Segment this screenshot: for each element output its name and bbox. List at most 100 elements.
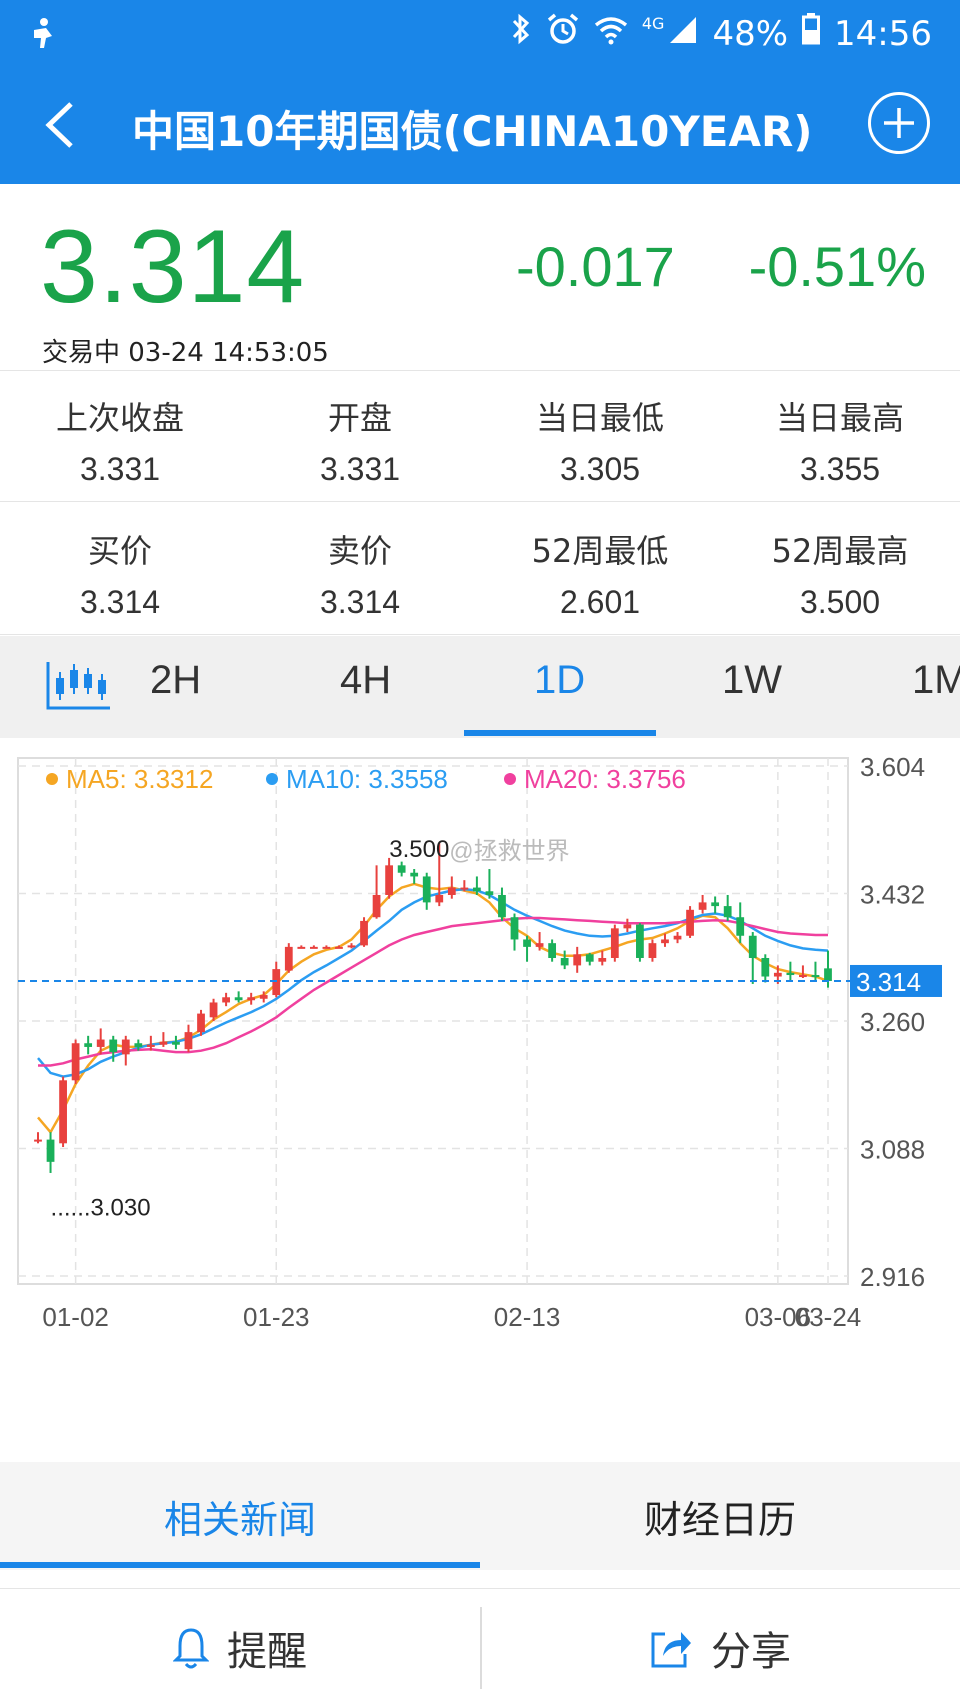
stat-label: 开盘 xyxy=(327,399,392,437)
tab-1w[interactable]: 1W xyxy=(722,658,782,703)
candle xyxy=(222,997,230,1003)
stat-day-low: 当日最低 3.305 xyxy=(480,371,720,501)
news-tabs: 相关新闻 财经日历 xyxy=(0,1462,960,1570)
y-tick-label: 3.604 xyxy=(860,752,925,782)
wifi-icon xyxy=(594,14,628,54)
legend-dot xyxy=(504,773,516,785)
candle xyxy=(573,954,582,966)
stat-label: 买价 xyxy=(87,532,152,570)
y-tick-label: 3.260 xyxy=(860,1007,925,1037)
stat-value: 3.355 xyxy=(799,451,881,487)
alert-button[interactable]: 提醒 xyxy=(0,1589,480,1707)
min-price-label: ......3.030 xyxy=(51,1194,151,1221)
battery-icon xyxy=(802,13,821,54)
trade-status: 交易中 03-24 14:53:05 xyxy=(42,338,329,368)
stat-label: 卖价 xyxy=(327,532,392,570)
candlestick-icon xyxy=(46,662,110,710)
price-change-percent: -0.51% xyxy=(748,235,926,298)
news-tab-indicator xyxy=(0,1562,480,1568)
bottom-action-bar: 提醒 分享 xyxy=(0,1588,960,1707)
timeframe-tabs: 2H 4H 1D 1W 1M xyxy=(0,636,960,738)
candle xyxy=(686,909,694,936)
candle xyxy=(498,894,506,918)
share-icon xyxy=(651,1632,691,1668)
candle xyxy=(460,887,469,890)
candle xyxy=(510,917,519,940)
clock: 14:56 xyxy=(834,13,932,54)
candle xyxy=(335,946,343,949)
candle xyxy=(799,975,807,978)
back-button[interactable] xyxy=(26,90,96,160)
current-price-label: 3.314 xyxy=(856,967,921,997)
candlestick-chart: 3.604 3.432 3.260 3.088 2.916 01-02 01-23 02-13… xyxy=(17,752,942,1332)
legend-dot xyxy=(46,773,58,785)
price-chart[interactable]: 3.604 3.432 3.260 3.088 2.916 01-02 01-23 02-13… xyxy=(0,738,960,1458)
candle xyxy=(736,917,745,936)
tab-4h[interactable]: 4H xyxy=(340,658,391,703)
candle xyxy=(159,1041,168,1045)
x-tick-label: 03-24 xyxy=(795,1302,862,1332)
share-label: 分享 xyxy=(711,1629,791,1675)
candle xyxy=(96,1039,105,1047)
candle xyxy=(585,954,594,962)
candle xyxy=(84,1043,93,1047)
candle xyxy=(209,1002,218,1018)
stat-52w-high: 52周最高 3.500 xyxy=(720,504,960,634)
share-button[interactable]: 分享 xyxy=(480,1589,960,1707)
tab-2h[interactable]: 2H xyxy=(150,658,201,703)
candle xyxy=(698,902,707,910)
stats-row-1: 上次收盘 3.331 开盘 3.331 当日最低 3.305 当日最高 3.355 xyxy=(0,371,960,502)
stat-value: 3.331 xyxy=(319,451,401,487)
watermark: @拯救世界 xyxy=(449,838,569,865)
chevron-left-icon xyxy=(45,102,73,148)
chart-type-button[interactable] xyxy=(44,660,114,712)
candle xyxy=(372,894,381,918)
candle xyxy=(385,865,393,895)
battery-level: 48% xyxy=(712,13,789,54)
candle xyxy=(773,972,782,977)
candle xyxy=(748,935,757,958)
candle xyxy=(347,945,356,948)
candle xyxy=(560,957,569,966)
stat-label: 上次收盘 xyxy=(55,399,184,437)
network-type: 4G xyxy=(641,14,665,33)
tab-economic-calendar[interactable]: 财经日历 xyxy=(480,1462,960,1570)
tab-1d[interactable]: 1D xyxy=(534,658,585,703)
candle xyxy=(297,946,306,949)
stat-ask: 卖价 3.314 xyxy=(240,504,480,634)
last-price: 3.314 xyxy=(40,209,306,325)
stat-value: 3.314 xyxy=(79,584,161,620)
candle xyxy=(360,920,368,946)
tab-related-news[interactable]: 相关新闻 xyxy=(0,1462,480,1570)
candle xyxy=(824,968,832,981)
add-watchlist-button[interactable] xyxy=(868,92,930,154)
status-indicators: 4G 48% 14:56 xyxy=(510,12,932,55)
candle xyxy=(134,1043,143,1047)
legend-label: MA10: 3.3558 xyxy=(286,764,448,794)
stat-value: 3.331 xyxy=(79,451,161,487)
candle xyxy=(284,946,293,971)
candle xyxy=(485,891,494,895)
candle xyxy=(197,1013,205,1033)
max-price-label: 3.500 xyxy=(389,836,449,863)
candle xyxy=(46,1139,55,1162)
candle xyxy=(811,975,820,978)
alert-label: 提醒 xyxy=(227,1629,307,1675)
y-tick-label: 3.432 xyxy=(860,880,925,910)
tab-1m[interactable]: 1M xyxy=(912,658,960,703)
candle xyxy=(447,887,456,895)
candle xyxy=(673,935,682,940)
candle xyxy=(435,894,444,903)
candle xyxy=(272,969,281,996)
stats-row-2: 买价 3.314 卖价 3.314 52周最低 2.601 52周最高 3.500 xyxy=(0,504,960,635)
stat-label: 当日最低 xyxy=(535,399,664,437)
stat-value: 3.314 xyxy=(319,584,401,620)
candle xyxy=(535,943,544,947)
candle xyxy=(661,939,669,944)
active-tab-indicator xyxy=(464,730,656,736)
candle xyxy=(648,943,657,958)
candle xyxy=(422,876,431,903)
app-header: 4G 48% 14:56 中国10年期国债(CHINA10YEAR) xyxy=(0,0,960,184)
candle xyxy=(121,1039,130,1055)
x-tick-label: 02-13 xyxy=(494,1302,561,1332)
